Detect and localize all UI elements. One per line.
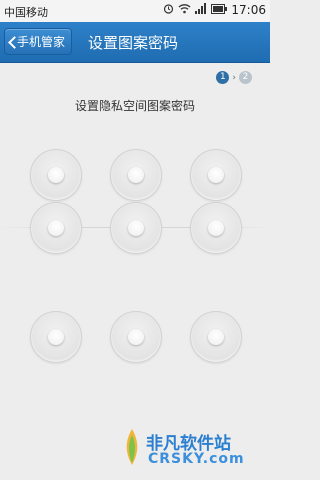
pattern-dot-center (208, 220, 224, 236)
pattern-dot-center (48, 167, 64, 183)
pattern-dot[interactable] (190, 202, 242, 254)
alarm-icon (163, 3, 174, 17)
pattern-dot-center (208, 329, 224, 345)
pattern-dot-center (48, 220, 64, 236)
watermark-logo-icon (126, 429, 138, 465)
watermark-subtitle: CRSKY.com (148, 451, 245, 467)
pattern-dot-center (48, 329, 64, 345)
pattern-dot[interactable] (110, 311, 162, 363)
step-arrow: › (232, 72, 236, 83)
signal-icon (195, 3, 207, 17)
pattern-dot[interactable] (30, 202, 82, 254)
pattern-dot-center (128, 167, 144, 183)
carrier-name: 中国移动 (4, 6, 48, 19)
status-bar: 中国移动 17:06 (0, 0, 270, 22)
step-next: 2 (239, 71, 252, 84)
pattern-dot-center (208, 167, 224, 183)
pattern-dot[interactable] (110, 202, 162, 254)
pattern-dot[interactable] (110, 149, 162, 201)
step-indicator: 1 › 2 (216, 71, 252, 84)
pattern-grid[interactable] (0, 140, 270, 380)
title-bar: 手机管家 设置图案密码 (0, 22, 270, 63)
pattern-prompt: 设置隐私空间图案密码 (74, 99, 195, 113)
pattern-dot-center (128, 329, 144, 345)
watermark: 非凡软件站 CRSKY.com (118, 425, 268, 475)
page-title: 设置图案密码 (88, 34, 179, 52)
pattern-dot[interactable] (190, 149, 242, 201)
step-current: 1 (216, 71, 230, 84)
back-button-label: 手机管家 (17, 35, 66, 49)
back-button[interactable]: 手机管家 (4, 28, 72, 55)
pattern-dot[interactable] (30, 149, 82, 201)
pattern-dot[interactable] (30, 311, 82, 363)
battery-icon (211, 3, 228, 17)
pattern-dot[interactable] (190, 311, 242, 363)
pattern-dot-center (128, 220, 144, 236)
wifi-icon (178, 3, 191, 17)
clock: 17:06 (231, 3, 266, 17)
status-icons: 17:06 (163, 3, 266, 17)
